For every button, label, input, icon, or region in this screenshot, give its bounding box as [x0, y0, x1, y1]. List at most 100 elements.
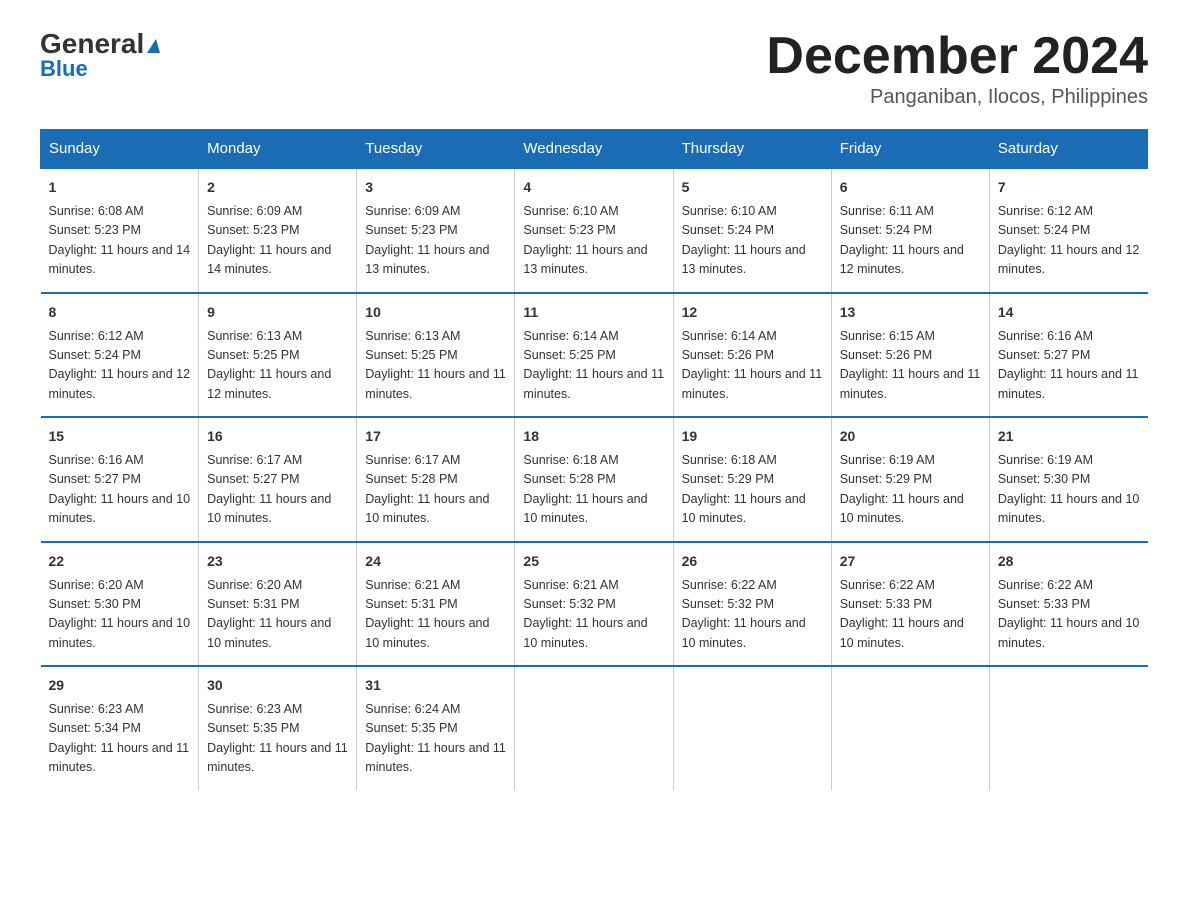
day-number: 6: [840, 177, 981, 198]
day-info: Sunrise: 6:22 AMSunset: 5:33 PMDaylight:…: [998, 576, 1140, 654]
day-info: Sunrise: 6:13 AMSunset: 5:25 PMDaylight:…: [365, 327, 506, 405]
table-row: 24Sunrise: 6:21 AMSunset: 5:31 PMDayligh…: [357, 542, 515, 667]
day-number: 23: [207, 551, 348, 572]
table-row: 4Sunrise: 6:10 AMSunset: 5:23 PMDaylight…: [515, 168, 673, 293]
day-info: Sunrise: 6:13 AMSunset: 5:25 PMDaylight:…: [207, 327, 348, 405]
day-info: Sunrise: 6:18 AMSunset: 5:28 PMDaylight:…: [523, 451, 664, 529]
day-number: 24: [365, 551, 506, 572]
table-row: 25 Sunrise: 6:21 AMSunset: 5:32 PMDayligh…: [515, 542, 673, 667]
day-number: 29: [49, 675, 191, 696]
col-monday: Monday: [199, 130, 357, 169]
location-subtitle: Panganiban, Ilocos, Philippines: [766, 86, 1148, 109]
calendar-week-row: 15Sunrise: 6:16 AMSunset: 5:27 PMDayligh…: [41, 417, 1148, 542]
table-row: 27Sunrise: 6:22 AMSunset: 5:33 PMDayligh…: [831, 542, 989, 667]
day-number: 3: [365, 177, 506, 198]
day-number: 9: [207, 302, 348, 323]
table-row: 19 Sunrise: 6:18 AMSunset: 5:29 PMDayligh…: [673, 417, 831, 542]
calendar-table: Sunday Monday Tuesday Wednesday Thursday…: [40, 129, 1148, 790]
day-number: 19: [682, 426, 823, 447]
day-number: 14: [998, 302, 1140, 323]
logo-general: General: [40, 30, 160, 58]
col-saturday: Saturday: [989, 130, 1147, 169]
day-info: Sunrise: 6:10 AMSunset: 5:24 PMDaylight:…: [682, 202, 823, 280]
table-row: [515, 666, 673, 790]
day-number: 11: [523, 302, 664, 323]
day-number: 26: [682, 551, 823, 572]
day-info: Sunrise: 6:20 AMSunset: 5:31 PMDaylight:…: [207, 576, 348, 654]
day-info: Sunrise: 6:23 AMSunset: 5:34 PMDaylight:…: [49, 700, 191, 778]
month-title: December 2024: [766, 30, 1148, 82]
day-number: 20: [840, 426, 981, 447]
table-row: 6 Sunrise: 6:11 AMSunset: 5:24 PMDaylight…: [831, 168, 989, 293]
day-info: Sunrise: 6:24 AMSunset: 5:35 PMDaylight:…: [365, 700, 506, 778]
day-number: 27: [840, 551, 981, 572]
col-friday: Friday: [831, 130, 989, 169]
table-row: 14 Sunrise: 6:16 AMSunset: 5:27 PMDayligh…: [989, 293, 1147, 418]
table-row: 3 Sunrise: 6:09 AMSunset: 5:23 PMDaylight…: [357, 168, 515, 293]
day-info: Sunrise: 6:22 AMSunset: 5:32 PMDaylight:…: [682, 576, 823, 654]
day-number: 5: [682, 177, 823, 198]
table-row: 28Sunrise: 6:22 AMSunset: 5:33 PMDayligh…: [989, 542, 1147, 667]
table-row: 16 Sunrise: 6:17 AMSunset: 5:27 PMDayligh…: [199, 417, 357, 542]
table-row: 20 Sunrise: 6:19 AMSunset: 5:29 PMDayligh…: [831, 417, 989, 542]
table-row: 30 Sunrise: 6:23 AMSunset: 5:35 PMDayligh…: [199, 666, 357, 790]
day-info: Sunrise: 6:19 AMSunset: 5:30 PMDaylight:…: [998, 451, 1140, 529]
table-row: 11 Sunrise: 6:14 AMSunset: 5:25 PMDayligh…: [515, 293, 673, 418]
table-row: 2 Sunrise: 6:09 AMSunset: 5:23 PMDaylight…: [199, 168, 357, 293]
calendar-week-row: 1 Sunrise: 6:08 AMSunset: 5:23 PMDaylight…: [41, 168, 1148, 293]
day-number: 8: [49, 302, 191, 323]
col-tuesday: Tuesday: [357, 130, 515, 169]
table-row: [831, 666, 989, 790]
day-number: 12: [682, 302, 823, 323]
day-number: 21: [998, 426, 1140, 447]
day-info: Sunrise: 6:16 AMSunset: 5:27 PMDaylight:…: [998, 327, 1140, 405]
day-number: 4: [523, 177, 664, 198]
day-number: 1: [49, 177, 191, 198]
day-info: Sunrise: 6:12 AMSunset: 5:24 PMDaylight:…: [998, 202, 1140, 280]
table-row: 17Sunrise: 6:17 AMSunset: 5:28 PMDayligh…: [357, 417, 515, 542]
day-info: Sunrise: 6:14 AMSunset: 5:25 PMDaylight:…: [523, 327, 664, 405]
table-row: 9 Sunrise: 6:13 AMSunset: 5:25 PMDaylight…: [199, 293, 357, 418]
calendar-week-row: 8 Sunrise: 6:12 AMSunset: 5:24 PMDaylight…: [41, 293, 1148, 418]
logo-blue: Blue: [40, 56, 88, 82]
table-row: 10 Sunrise: 6:13 AMSunset: 5:25 PMDayligh…: [357, 293, 515, 418]
day-number: 13: [840, 302, 981, 323]
table-row: 5 Sunrise: 6:10 AMSunset: 5:24 PMDaylight…: [673, 168, 831, 293]
col-thursday: Thursday: [673, 130, 831, 169]
day-info: Sunrise: 6:23 AMSunset: 5:35 PMDaylight:…: [207, 700, 348, 778]
day-info: Sunrise: 6:19 AMSunset: 5:29 PMDaylight:…: [840, 451, 981, 529]
day-number: 16: [207, 426, 348, 447]
day-info: Sunrise: 6:17 AMSunset: 5:28 PMDaylight:…: [365, 451, 506, 529]
day-info: Sunrise: 6:11 AMSunset: 5:24 PMDaylight:…: [840, 202, 981, 280]
day-info: Sunrise: 6:09 AMSunset: 5:23 PMDaylight:…: [365, 202, 506, 280]
table-row: 21 Sunrise: 6:19 AMSunset: 5:30 PMDayligh…: [989, 417, 1147, 542]
logo: General Blue: [40, 30, 160, 82]
day-number: 15: [49, 426, 191, 447]
day-info: Sunrise: 6:12 AMSunset: 5:24 PMDaylight:…: [49, 327, 191, 405]
day-info: Sunrise: 6:08 AMSunset: 5:23 PMDaylight:…: [49, 202, 191, 280]
day-info: Sunrise: 6:18 AMSunset: 5:29 PMDaylight:…: [682, 451, 823, 529]
day-number: 30: [207, 675, 348, 696]
day-number: 10: [365, 302, 506, 323]
table-row: 7Sunrise: 6:12 AMSunset: 5:24 PMDaylight…: [989, 168, 1147, 293]
table-row: 1 Sunrise: 6:08 AMSunset: 5:23 PMDaylight…: [41, 168, 199, 293]
day-info: Sunrise: 6:09 AMSunset: 5:23 PMDaylight:…: [207, 202, 348, 280]
table-row: 13 Sunrise: 6:15 AMSunset: 5:26 PMDayligh…: [831, 293, 989, 418]
day-info: Sunrise: 6:20 AMSunset: 5:30 PMDaylight:…: [49, 576, 191, 654]
day-info: Sunrise: 6:15 AMSunset: 5:26 PMDaylight:…: [840, 327, 981, 405]
table-row: 15Sunrise: 6:16 AMSunset: 5:27 PMDayligh…: [41, 417, 199, 542]
col-wednesday: Wednesday: [515, 130, 673, 169]
day-number: 31: [365, 675, 506, 696]
day-info: Sunrise: 6:21 AMSunset: 5:32 PMDaylight:…: [523, 576, 664, 654]
table-row: [989, 666, 1147, 790]
calendar-week-row: 22Sunrise: 6:20 AMSunset: 5:30 PMDayligh…: [41, 542, 1148, 667]
table-row: 8 Sunrise: 6:12 AMSunset: 5:24 PMDaylight…: [41, 293, 199, 418]
table-row: 18Sunrise: 6:18 AMSunset: 5:28 PMDayligh…: [515, 417, 673, 542]
day-number: 2: [207, 177, 348, 198]
table-row: 29 Sunrise: 6:23 AMSunset: 5:34 PMDayligh…: [41, 666, 199, 790]
day-info: Sunrise: 6:17 AMSunset: 5:27 PMDaylight:…: [207, 451, 348, 529]
page-header: General Blue December 2024 Panganiban, I…: [40, 30, 1148, 109]
day-number: 25: [523, 551, 664, 572]
table-row: 22Sunrise: 6:20 AMSunset: 5:30 PMDayligh…: [41, 542, 199, 667]
table-row: 23 Sunrise: 6:20 AMSunset: 5:31 PMDayligh…: [199, 542, 357, 667]
